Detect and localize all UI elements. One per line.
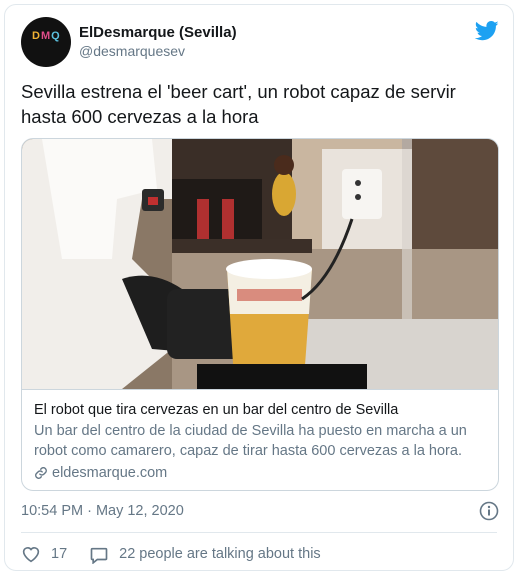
like-count: 17 — [51, 546, 68, 562]
link-card[interactable]: El robot que tira cervezas en un bar del… — [21, 138, 499, 491]
divider — [21, 532, 497, 533]
card-title[interactable]: El robot que tira cervezas en un bar del… — [34, 400, 486, 420]
info-icon[interactable] — [479, 501, 499, 521]
card-image[interactable] — [22, 139, 498, 389]
card-description: Un bar del centro de la ciudad de Sevill… — [34, 423, 467, 459]
avatar-logo: DMQ — [32, 30, 61, 42]
conversation-button[interactable]: 22 people are talking about this — [89, 545, 321, 564]
conversation-text: 22 people are talking about this — [119, 546, 321, 562]
author-names: ElDesmarque (Sevilla) @desmarquesev — [79, 23, 237, 61]
comment-icon — [90, 547, 108, 564]
author-display-name[interactable]: ElDesmarque (Sevilla) — [79, 23, 237, 42]
tweet-card[interactable]: DMQ ElDesmarque (Sevilla) @desmarquesev … — [4, 4, 514, 571]
tweet-header: DMQ ElDesmarque (Sevilla) @desmarquesev — [21, 17, 237, 67]
twitter-bird-icon[interactable] — [475, 21, 499, 41]
card-domain: eldesmarque.com — [52, 465, 168, 481]
link-icon — [35, 467, 47, 479]
robot-beer-photo — [22, 139, 498, 389]
card-body: El robot que tira cervezas en un bar del… — [22, 389, 498, 490]
like-button[interactable]: 17 — [21, 545, 67, 563]
tweet-text: Sevilla estrena el 'beer cart', un robot… — [21, 81, 456, 127]
avatar[interactable]: DMQ — [21, 17, 71, 67]
card-domain-row[interactable]: eldesmarque.com — [34, 463, 486, 483]
tweet-actions: 17 22 people are talking about this — [21, 542, 343, 566]
tweet-timestamp[interactable]: 10:54 PM · May 12, 2020 — [21, 501, 184, 521]
heart-icon — [22, 547, 40, 563]
author-handle[interactable]: @desmarquesev — [79, 42, 237, 61]
